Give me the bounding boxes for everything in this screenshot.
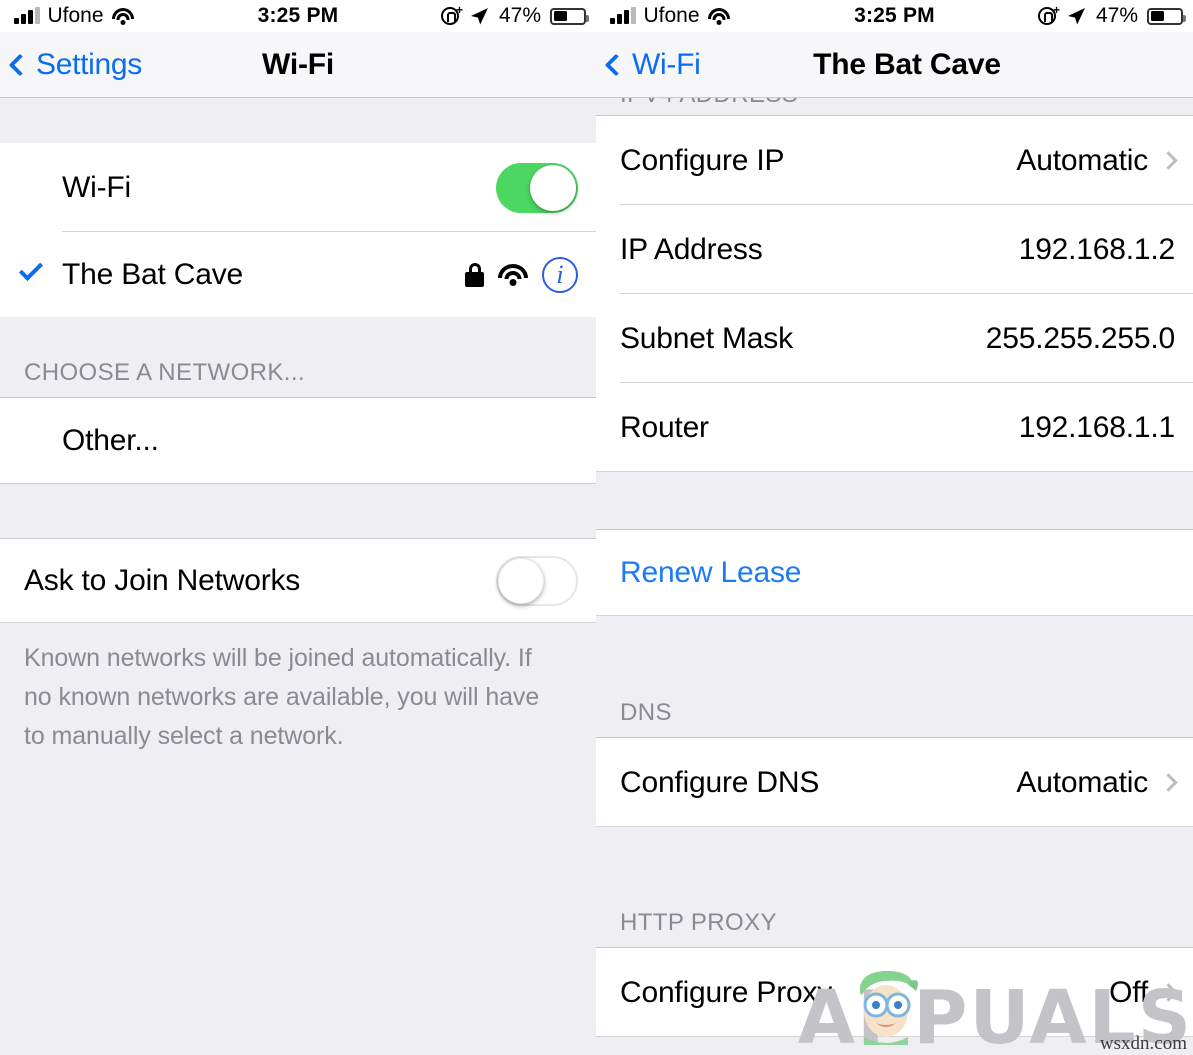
chevron-right-icon — [1159, 151, 1178, 170]
row-label-ask-to-join: Ask to Join Networks — [24, 564, 301, 597]
back-button-settings[interactable]: Settings — [0, 48, 142, 82]
settings-list-right: IPV4 ADDRESS Configure IP Automatic IP A… — [596, 98, 1193, 1055]
row-label-wifi: Wi-Fi — [62, 170, 131, 204]
section-gap-bottom-right — [596, 1037, 1193, 1055]
row-separator — [596, 1036, 1193, 1037]
row-connected-network[interactable]: The Bat Cave i — [0, 232, 596, 317]
row-separator — [596, 826, 1193, 827]
info-button-label: i — [542, 256, 578, 293]
section-header-ipv4-label: IPV4 ADDRESS — [620, 98, 798, 109]
row-configure-dns[interactable]: Configure DNS Automatic — [596, 738, 1193, 827]
battery-icon — [550, 7, 589, 25]
row-value-configure-ip: Automatic — [1016, 143, 1148, 177]
lock-icon — [465, 262, 484, 287]
back-button-label: Settings — [36, 47, 142, 81]
network-name-label: The Bat Cave — [62, 257, 244, 291]
row-separator — [596, 615, 1193, 616]
row-value-configure-proxy: Off — [1109, 975, 1148, 1009]
row-value-subnet-mask: 255.255.255.0 — [985, 321, 1175, 355]
row-value-configure-dns: Automatic — [1016, 765, 1148, 799]
row-separator — [596, 471, 1193, 472]
row-ip-address: IP Address 192.168.1.2 — [596, 205, 1193, 294]
row-separator — [0, 622, 596, 623]
row-label-configure-ip: Configure IP — [620, 143, 785, 177]
footer-note-wifi: Known networks will be joined automatica… — [0, 623, 596, 756]
location-arrow-icon — [470, 8, 488, 25]
row-label-configure-proxy: Configure Proxy — [620, 975, 833, 1009]
battery-percent-label: 47% — [498, 4, 541, 27]
status-bar-right-group: 47% — [1037, 4, 1193, 28]
chevron-left-icon — [8, 53, 32, 76]
back-button-wifi[interactable]: Wi-Fi — [596, 47, 701, 82]
section-header-choose-network: CHOOSE A NETWORK... — [0, 317, 596, 398]
row-renew-lease[interactable]: Renew Lease — [596, 530, 1193, 616]
chevron-right-icon — [1159, 983, 1178, 1002]
chevron-right-icon — [1159, 773, 1178, 792]
row-wifi-toggle[interactable]: Wi-Fi — [0, 143, 596, 232]
toggle-knob — [498, 558, 544, 604]
section-gap-after-ipv4 — [596, 472, 1193, 530]
row-label-ip-address: IP Address — [620, 232, 763, 266]
nav-bar-left: Settings Wi-Fi — [0, 32, 596, 98]
status-bar-left: Ufone 3:25 PM 47% — [0, 0, 596, 32]
wifi-toggle-switch[interactable] — [496, 162, 578, 213]
row-value-router: 192.168.1.1 — [1018, 410, 1175, 444]
row-router: Router 192.168.1.1 — [596, 383, 1193, 472]
checkmark-icon — [18, 256, 44, 287]
row-label-subnet-mask: Subnet Mask — [620, 321, 793, 355]
row-label-configure-dns: Configure DNS — [620, 765, 820, 799]
right-phone-screen: Ufone 3:25 PM 47% Wi-Fi The Bat Cave IPV… — [596, 0, 1193, 1055]
section-header-http-proxy: HTTP PROXY — [596, 875, 1193, 948]
row-subnet-mask: Subnet Mask 255.255.255.0 — [596, 294, 1193, 383]
row-configure-proxy[interactable]: Configure Proxy Off — [596, 948, 1193, 1037]
row-label-renew-lease: Renew Lease — [620, 556, 802, 589]
battery-icon — [1147, 7, 1186, 25]
back-button-label: Wi-Fi — [632, 47, 701, 81]
dual-screenshot-container: Ufone 3:25 PM 47% Settings Wi-Fi Wi-Fi — [0, 0, 1193, 1055]
rotation-lock-icon — [1037, 4, 1060, 25]
location-arrow-icon — [1067, 8, 1085, 25]
section-header-dns: DNS — [596, 666, 1193, 738]
wifi-signal-icon — [498, 263, 528, 286]
row-label-other: Other... — [62, 423, 159, 457]
chevron-left-icon — [604, 53, 628, 76]
section-gap-after-dns — [596, 827, 1193, 875]
battery-percent-label: 47% — [1095, 4, 1138, 27]
info-icon[interactable]: i — [542, 256, 578, 293]
section-gap-top — [0, 98, 596, 143]
status-bar-right-group: 47% — [440, 4, 596, 28]
row-other-network[interactable]: Other... — [0, 398, 596, 483]
section-gap-middle — [0, 483, 596, 539]
row-configure-ip[interactable]: Configure IP Automatic — [596, 116, 1193, 205]
settings-list-left: Wi-Fi The Bat Cave i CHOOSE A NETWORK...… — [0, 98, 596, 1016]
row-value-ip-address: 192.168.1.2 — [1018, 232, 1175, 266]
row-label-router: Router — [620, 410, 709, 444]
section-gap-after-renew — [596, 616, 1193, 666]
row-ask-to-join[interactable]: Ask to Join Networks — [0, 539, 596, 623]
left-phone-screen: Ufone 3:25 PM 47% Settings Wi-Fi Wi-Fi — [0, 0, 596, 1055]
toggle-knob — [530, 164, 576, 211]
section-gap-bottom — [0, 756, 596, 1016]
nav-bar-right: Wi-Fi The Bat Cave — [596, 32, 1193, 98]
ask-to-join-toggle-switch[interactable] — [496, 556, 578, 606]
section-header-ipv4-clipped: IPV4 ADDRESS — [596, 98, 1193, 116]
status-bar-right: Ufone 3:25 PM 47% — [596, 0, 1193, 32]
rotation-lock-icon — [440, 4, 463, 25]
